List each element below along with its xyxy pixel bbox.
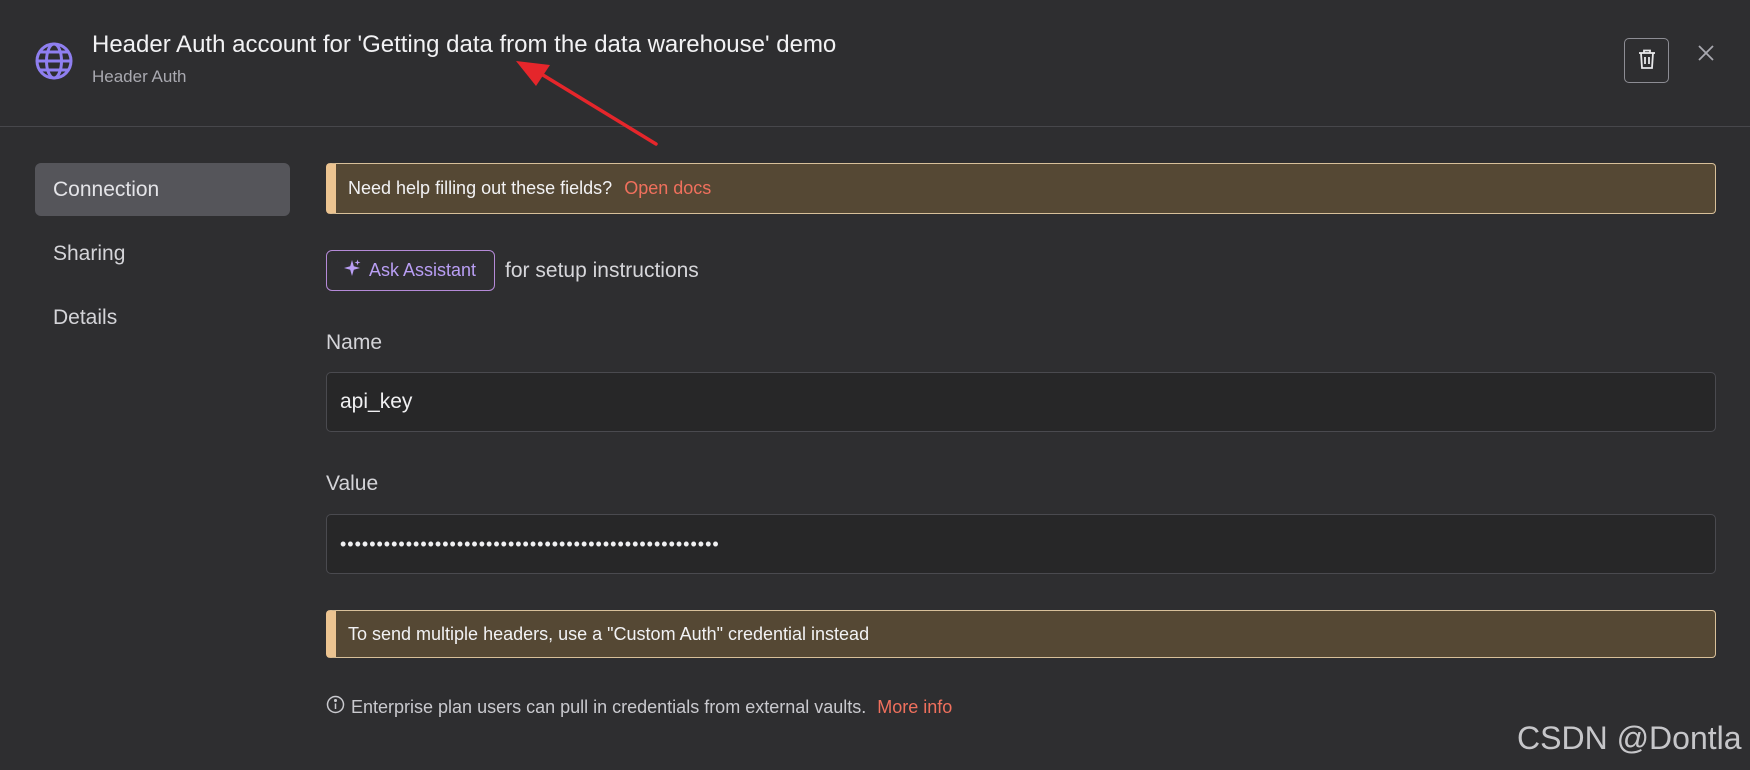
sidebar-item-connection[interactable]: Connection — [35, 163, 290, 216]
sparkle-icon — [343, 259, 361, 282]
open-docs-link[interactable]: Open docs — [624, 178, 711, 199]
assistant-suffix-text: for setup instructions — [505, 258, 699, 282]
name-input[interactable]: api_key — [326, 372, 1716, 432]
globe-icon — [33, 40, 75, 82]
credential-type-subtitle: Header Auth — [92, 67, 187, 86]
close-button[interactable] — [1692, 41, 1720, 69]
modal-header: Header Auth account for 'Getting data fr… — [0, 0, 1750, 146]
delete-button[interactable] — [1624, 38, 1669, 83]
sidebar-item-sharing[interactable]: Sharing — [35, 227, 290, 280]
page-title: Header Auth account for 'Getting data fr… — [92, 31, 837, 58]
sidebar-item-label: Details — [53, 305, 118, 329]
headers-callout: To send multiple headers, use a "Custom … — [326, 610, 1716, 658]
trash-icon — [1637, 48, 1657, 73]
sidebar-item-label: Sharing — [53, 241, 126, 265]
annotation-arrow-icon — [516, 61, 658, 146]
more-info-link[interactable]: More info — [877, 697, 952, 718]
value-input[interactable]: ••••••••••••••••••••••••••••••••••••••••… — [326, 514, 1716, 574]
close-icon — [1697, 44, 1715, 67]
sidebar-item-label: Connection — [53, 177, 160, 201]
enterprise-info: Enterprise plan users can pull in creden… — [326, 695, 952, 719]
help-callout-text: Need help filling out these fields? — [348, 178, 613, 198]
value-label: Value — [326, 472, 379, 495]
name-label: Name — [326, 331, 383, 354]
headers-callout-text: To send multiple headers, use a "Custom … — [348, 623, 870, 644]
assistant-row: Ask Assistant for setup instructions — [326, 250, 699, 291]
sidebar: Connection Sharing Details — [35, 163, 290, 355]
enterprise-info-text: Enterprise plan users can pull in creden… — [351, 696, 867, 717]
ask-assistant-label: Ask Assistant — [369, 260, 477, 280]
sidebar-item-details[interactable]: Details — [35, 291, 290, 344]
help-callout: Need help filling out these fields? Open… — [326, 163, 1716, 214]
watermark: CSDN @Dontla — [1517, 720, 1742, 756]
info-icon — [326, 695, 345, 719]
ask-assistant-button[interactable]: Ask Assistant — [326, 250, 496, 291]
